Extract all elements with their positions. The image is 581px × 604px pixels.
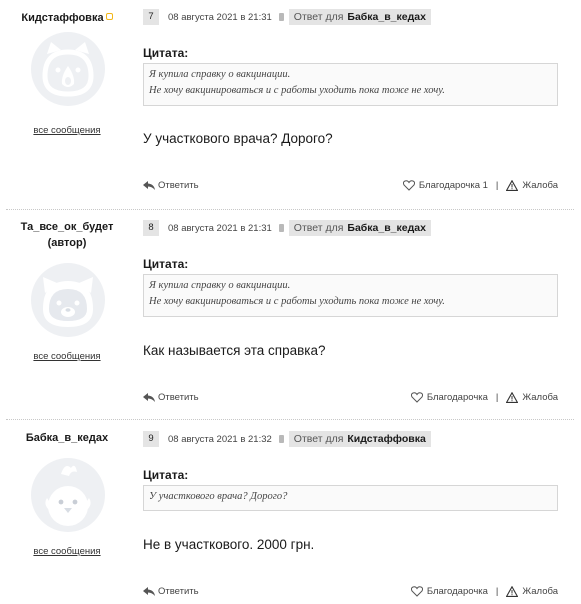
post-actions: Ответить Благодарочка 1 | Жалоба: [143, 180, 558, 196]
complain-button[interactable]: Жалоба: [506, 180, 558, 191]
quote-box: У участкового врача? Дорого?: [143, 485, 558, 511]
thanks-button[interactable]: Благодарочка: [410, 586, 488, 597]
reply-to-badge: Ответ для Бабка_в_кедах: [288, 220, 431, 236]
actions-divider: |: [495, 586, 499, 597]
post-meta: 7 08 августа 2021 в 21:31 Ответ для Бабк…: [143, 9, 431, 25]
message-text: У участкового врача? Дорого?: [143, 131, 333, 146]
quote-line: Не хочу вакцинироваться и с работы уходи…: [149, 85, 445, 96]
thanks-label: Благодарочка 1: [418, 180, 488, 191]
reply-label: Ответить: [158, 180, 199, 191]
author-role: (автор): [47, 237, 87, 249]
post-actions: Ответить Благодарочка | Жалоба: [143, 392, 558, 408]
quote-line: Я купила справку о вакцинации.: [149, 280, 291, 291]
quote-line: Не хочу вакцинироваться и с работы уходи…: [149, 296, 445, 307]
warning-icon: [506, 180, 519, 191]
bear-avatar-icon[interactable]: [31, 263, 105, 337]
reply-button[interactable]: Ответить: [143, 392, 199, 403]
warning-icon: [506, 586, 519, 597]
thanks-label: Благодарочка: [426, 586, 488, 597]
complain-button[interactable]: Жалоба: [506, 586, 558, 597]
reply-to-badge: Ответ для Кидстаффовка: [288, 431, 431, 447]
reply-to-badge: Ответ для Бабка_в_кедах: [288, 9, 431, 25]
reply-label: Ответить: [158, 392, 199, 403]
actions-divider: |: [495, 180, 499, 191]
mobile-icon: [278, 435, 284, 443]
author-block: Та_все_ок_будет (автор): [0, 219, 134, 251]
reply-to-label: Ответ для: [293, 11, 344, 23]
quote-title: Цитата:: [143, 46, 189, 60]
author-name[interactable]: Та_все_ок_будет: [0, 219, 134, 235]
post-divider: [6, 209, 574, 210]
right-actions: Благодарочка | Жалоба: [410, 586, 558, 597]
heart-icon: [410, 392, 423, 403]
reply-arrow-icon: [143, 392, 155, 402]
post-meta: 8 08 августа 2021 в 21:31 Ответ для Бабк…: [143, 220, 431, 236]
quote-line: Я купила справку о вакцинации.: [149, 69, 291, 80]
reply-arrow-icon: [143, 586, 155, 596]
all-messages-link[interactable]: все сообщения: [0, 125, 134, 136]
mobile-icon: [278, 224, 284, 232]
quote-title: Цитата:: [143, 257, 189, 271]
post-number[interactable]: 9: [143, 431, 159, 447]
cat-avatar-icon[interactable]: [31, 32, 105, 106]
author-name[interactable]: Кидстаффовка: [21, 12, 103, 24]
heart-icon: [402, 180, 415, 191]
quote-line: У участкового врача? Дорого?: [149, 491, 288, 502]
quote-box: Я купила справку о вакцинации. Не хочу в…: [143, 63, 558, 106]
reply-label: Ответить: [158, 586, 199, 597]
message-text: Не в участкового. 2000 грн.: [143, 537, 315, 552]
message-text: Как называется эта справка?: [143, 343, 326, 358]
post-number[interactable]: 8: [143, 220, 159, 236]
thanks-button[interactable]: Благодарочка: [410, 392, 488, 403]
quote-title: Цитата:: [143, 468, 189, 482]
author-block: Кидстаффовка: [0, 8, 134, 26]
thanks-button[interactable]: Благодарочка 1: [402, 180, 488, 191]
right-actions: Благодарочка | Жалоба: [410, 392, 558, 403]
reply-button[interactable]: Ответить: [143, 586, 199, 597]
post-actions: Ответить Благодарочка | Жалоба: [143, 586, 558, 602]
post-meta: 9 08 августа 2021 в 21:32 Ответ для Кидс…: [143, 431, 431, 447]
quote-box: Я купила справку о вакцинации. Не хочу в…: [143, 274, 558, 317]
thanks-label: Благодарочка: [426, 392, 488, 403]
reply-to-user[interactable]: Бабка_в_кедах: [347, 11, 426, 23]
complain-label: Жалоба: [522, 586, 558, 597]
warning-icon: [506, 392, 519, 403]
reply-to-user[interactable]: Кидстаффовка: [347, 433, 425, 445]
chick-avatar-icon[interactable]: [31, 458, 105, 532]
reply-to-user[interactable]: Бабка_в_кедах: [347, 222, 426, 234]
reply-arrow-icon: [143, 180, 155, 190]
reply-to-label: Ответ для: [293, 222, 344, 234]
mobile-icon: [278, 13, 284, 21]
right-actions: Благодарочка 1 | Жалоба: [402, 180, 558, 191]
all-messages-link[interactable]: все сообщения: [0, 546, 134, 557]
complain-label: Жалоба: [522, 392, 558, 403]
heart-icon: [410, 586, 423, 597]
author-name[interactable]: Бабка_в_кедах: [0, 430, 134, 446]
reply-button[interactable]: Ответить: [143, 180, 199, 191]
post-date: 08 августа 2021 в 21:32: [168, 433, 272, 445]
actions-divider: |: [495, 392, 499, 403]
reply-to-label: Ответ для: [293, 433, 344, 445]
author-block: Бабка_в_кедах: [0, 430, 134, 446]
post-date: 08 августа 2021 в 21:31: [168, 222, 272, 234]
complain-button[interactable]: Жалоба: [506, 392, 558, 403]
complain-label: Жалоба: [522, 180, 558, 191]
post-number[interactable]: 7: [143, 9, 159, 25]
all-messages-link[interactable]: все сообщения: [0, 351, 134, 362]
online-badge-icon: [105, 13, 113, 20]
post-divider: [6, 419, 574, 420]
post-date: 08 августа 2021 в 21:31: [168, 11, 272, 23]
